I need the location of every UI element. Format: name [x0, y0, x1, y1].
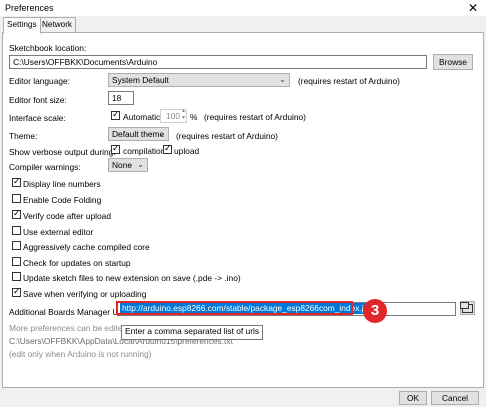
step-number-badge: 3 — [363, 299, 387, 323]
chevron-down-icon: ⌄ — [158, 129, 165, 138]
sketchbook-label: Sketchbook location: — [9, 43, 87, 53]
more-preferences-text-a: More preferences can be edited di — [9, 323, 137, 333]
interface-scale-label: Interface scale: — [9, 113, 66, 123]
option-checkbox-cache-core[interactable] — [12, 241, 21, 250]
option-checkbox-external-editor[interactable] — [12, 226, 21, 235]
option-label-save-when-verifying: Save when verifying or uploading — [23, 289, 147, 299]
spinner-up-icon: ▴ — [181, 108, 185, 114]
compiler-warnings-value: None — [112, 160, 133, 170]
option-label-check-updates: Check for updates on startup — [23, 258, 131, 268]
option-checkbox-update-extension[interactable] — [12, 272, 21, 281]
theme-note: (requires restart of Arduino) — [176, 131, 278, 141]
option-label-external-editor: Use external editor — [23, 227, 94, 237]
chevron-down-icon: ⌄ — [137, 160, 144, 169]
option-checkbox-code-folding[interactable] — [12, 194, 21, 203]
title-bar — [0, 0, 486, 16]
edit-note: (edit only when Arduino is not running) — [9, 349, 152, 359]
browse-button[interactable]: Browse — [433, 54, 473, 70]
chevron-down-icon: ⌄ — [279, 75, 286, 84]
option-checkbox-save-when-verifying[interactable] — [12, 286, 21, 297]
ok-button[interactable]: OK — [399, 391, 427, 405]
tab-settings[interactable]: Settings — [3, 17, 41, 34]
theme-select[interactable]: Default theme ⌄ — [108, 127, 169, 141]
cancel-button[interactable]: Cancel — [431, 391, 479, 405]
compiler-warnings-select[interactable]: None ⌄ — [108, 158, 148, 172]
sketchbook-path-field[interactable]: C:\Users\OFFBKK\Documents\Arduino — [9, 55, 427, 69]
editor-language-value: System Default — [112, 75, 169, 85]
interface-scale-note: (requires restart of Arduino) — [204, 112, 306, 122]
editor-language-select[interactable]: System Default ⌄ — [108, 73, 290, 87]
option-label-display-line-numbers: Display line numbers — [23, 179, 101, 189]
window-title: Preferences — [5, 3, 54, 13]
editor-language-note: (requires restart of Arduino) — [298, 76, 400, 86]
option-checkbox-verify-after-upload[interactable] — [12, 208, 21, 219]
font-size-label: Editor font size: — [9, 95, 67, 105]
spinner-down-icon: ▾ — [181, 115, 185, 121]
verbose-compilation-label: compilation — [123, 146, 166, 156]
interface-scale-spinner: 100 ▴ ▾ — [160, 108, 187, 123]
option-checkbox-check-updates[interactable] — [12, 257, 21, 266]
font-size-field[interactable]: 18 — [108, 91, 134, 105]
verbose-output-label: Show verbose output during: — [9, 147, 116, 157]
option-label-verify-after-upload: Verify code after upload — [23, 211, 111, 221]
interface-scale-unit: % — [190, 112, 198, 122]
compiler-warnings-label: Compiler warnings: — [9, 162, 81, 172]
option-label-cache-core: Aggressively cache compiled core — [23, 242, 150, 252]
theme-label: Theme: — [9, 131, 38, 141]
tab-network[interactable]: Network — [38, 17, 77, 33]
option-label-update-extension: Update sketch files to new extension on … — [23, 273, 241, 283]
automatic-scale-label: Automatic — [123, 112, 161, 122]
theme-value: Default theme — [112, 129, 165, 139]
url-field-tooltip: Enter a comma separated list of urls — [121, 325, 264, 340]
verbose-compilation-checkbox[interactable] — [111, 143, 120, 154]
option-checkbox-display-line-numbers[interactable] — [12, 176, 21, 187]
close-icon[interactable]: ✕ — [466, 0, 480, 16]
annotation-highlight-box — [116, 301, 353, 315]
interface-scale-value: 100 — [166, 111, 180, 121]
verbose-upload-label: upload — [174, 146, 200, 156]
automatic-scale-checkbox[interactable] — [111, 109, 120, 120]
url-list-editor-button[interactable] — [460, 301, 475, 315]
window-list-icon — [460, 302, 473, 313]
verbose-upload-checkbox[interactable] — [163, 143, 172, 154]
option-label-code-folding: Enable Code Folding — [23, 195, 102, 205]
editor-language-label: Editor language: — [9, 76, 70, 86]
